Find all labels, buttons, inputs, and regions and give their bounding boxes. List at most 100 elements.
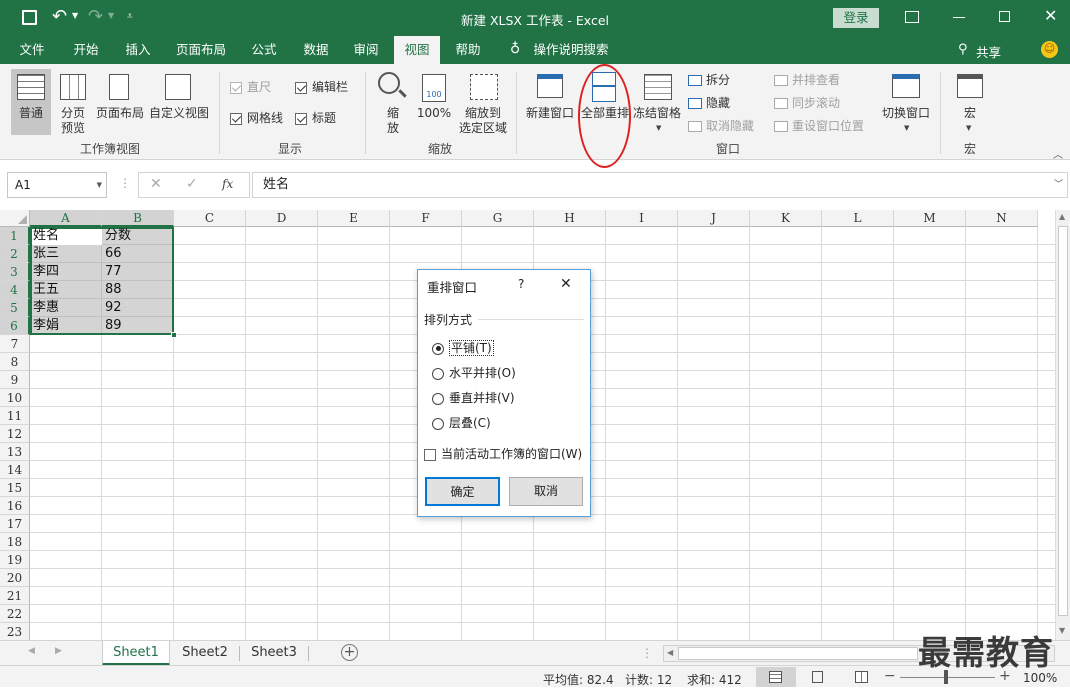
zoom-to-selection-button[interactable]: 缩放到 选定区域 [455,106,511,136]
column-header[interactable]: D [246,210,318,227]
smiley-icon[interactable]: ☺ [1041,41,1058,58]
maximize-icon[interactable] [999,11,1010,22]
row-header[interactable]: 21 [0,587,30,605]
row-header[interactable]: 17 [0,515,30,533]
column-header[interactable]: E [318,210,390,227]
column-header[interactable]: N [966,210,1038,227]
cell[interactable]: 77 [102,263,174,281]
tab-formulas[interactable]: 公式 [242,36,286,64]
tab-split-grip-icon[interactable]: ⋮ [641,646,653,660]
tab-review[interactable]: 审阅 [344,36,388,64]
active-workbook-windows-checkbox[interactable]: 当前活动工作簿的窗口(W) [424,445,582,462]
column-header[interactable]: M [894,210,966,227]
custom-view-button[interactable]: 自定义视图 [147,106,211,121]
formula-bar-checkbox[interactable]: 编辑栏 [295,80,348,95]
prev-sheet-icon[interactable]: ◀ [28,646,35,656]
horizontal-scroll-thumb[interactable] [678,647,918,660]
save-icon[interactable] [22,10,37,25]
page-layout-button[interactable]: 页面布局 [94,106,146,121]
switch-dropdown-icon[interactable]: ▼ [904,124,909,132]
option-cascade[interactable]: 层叠(C) [432,414,491,431]
headings-checkbox[interactable]: 标题 [295,111,336,126]
customize-qat-icon[interactable]: ⩡ [127,11,133,22]
next-sheet-icon[interactable]: ▶ [55,646,62,656]
vertical-scrollbar[interactable]: ▲ ▼ [1055,210,1070,640]
dialog-close-button[interactable]: ✕ [560,276,572,292]
freeze-dropdown-icon[interactable]: ▼ [656,124,661,132]
hide-button[interactable]: 隐藏 [688,96,730,111]
name-box-dropdown-icon[interactable]: ▼ [97,173,102,197]
row-header[interactable]: 22 [0,605,30,623]
cell[interactable]: 李惠 [30,299,102,317]
row-header[interactable]: 15 [0,479,30,497]
row-header[interactable]: 13 [0,443,30,461]
column-header[interactable]: K [750,210,822,227]
undo-icon[interactable]: ↶ [52,6,67,27]
zoom-100-button[interactable]: 100% [414,106,454,121]
row-header[interactable]: 8 [0,353,30,371]
column-header[interactable]: A [30,210,102,227]
column-header[interactable]: B [102,210,174,227]
expand-formula-bar-icon[interactable]: ﹀ [1054,173,1063,197]
column-header[interactable]: I [606,210,678,227]
cell[interactable]: 分数 [102,227,174,245]
insert-function-icon[interactable]: fx [222,177,233,191]
scroll-down-icon[interactable]: ▼ [1059,626,1065,635]
ok-button[interactable]: 确定 [425,477,500,506]
tab-home[interactable]: 开始 [64,36,108,64]
row-header[interactable]: 4 [0,281,30,299]
login-button[interactable]: 登录 [833,8,879,28]
row-header[interactable]: 1 [0,227,30,245]
cell[interactable]: 姓名 [30,227,102,245]
formula-input[interactable]: 姓名 ﹀ [252,172,1068,198]
minimize-icon[interactable] [953,17,965,18]
dialog-help-button[interactable]: ? [518,277,524,291]
ribbon-display-options-icon[interactable] [905,11,919,23]
row-header[interactable]: 20 [0,569,30,587]
cancel-button[interactable]: 取消 [509,477,583,506]
cell[interactable]: 张三 [30,245,102,263]
tab-file[interactable]: 文件 [10,36,54,64]
macros-button[interactable]: 宏 [955,106,985,121]
option-vertical[interactable]: 垂直并排(V) [432,389,515,406]
switch-windows-button[interactable]: 切换窗口 [878,106,934,121]
option-horizontal[interactable]: 水平并排(O) [432,364,516,381]
status-count[interactable]: 计数: 12 [625,671,672,688]
sheet-tab-1[interactable]: Sheet1 [102,641,170,666]
tell-me-search[interactable]: 操作说明搜索 [530,36,612,64]
cell[interactable]: 66 [102,245,174,263]
row-header[interactable]: 11 [0,407,30,425]
column-header[interactable]: G [462,210,534,227]
row-header[interactable]: 7 [0,335,30,353]
page-layout-status-icon[interactable] [812,671,823,683]
zoom-out-icon[interactable]: − [884,668,896,684]
cell[interactable]: 李四 [30,263,102,281]
page-break-preview-button[interactable]: 分页 预览 [55,106,91,136]
option-tiled[interactable]: 平铺(T) [432,339,494,356]
tab-view[interactable]: 视图 [394,36,440,64]
row-header[interactable]: 23 [0,623,30,641]
scroll-up-icon[interactable]: ▲ [1059,212,1065,221]
page-break-status-icon[interactable] [855,671,868,683]
macros-dropdown-icon[interactable]: ▼ [966,124,971,132]
column-header[interactable]: L [822,210,894,227]
sheet-tab-3[interactable]: Sheet3 [241,641,307,666]
scroll-left-icon[interactable]: ◀ [667,648,673,657]
row-header[interactable]: 9 [0,371,30,389]
row-header[interactable]: 2 [0,245,30,263]
split-button[interactable]: 拆分 [688,73,730,88]
vertical-scroll-thumb[interactable] [1058,226,1068,616]
close-icon[interactable]: ✕ [1044,6,1057,25]
column-header[interactable]: F [390,210,462,227]
row-header[interactable]: 18 [0,533,30,551]
row-header[interactable]: 19 [0,551,30,569]
row-header[interactable]: 12 [0,425,30,443]
row-header[interactable]: 3 [0,263,30,281]
tab-page-layout[interactable]: 页面布局 [170,36,232,64]
tab-help[interactable]: 帮助 [446,36,490,64]
tab-insert[interactable]: 插入 [116,36,160,64]
new-window-button[interactable]: 新建窗口 [523,106,577,121]
column-header[interactable]: J [678,210,750,227]
status-sum[interactable]: 求和: 412 [687,671,742,688]
column-header[interactable]: C [174,210,246,227]
